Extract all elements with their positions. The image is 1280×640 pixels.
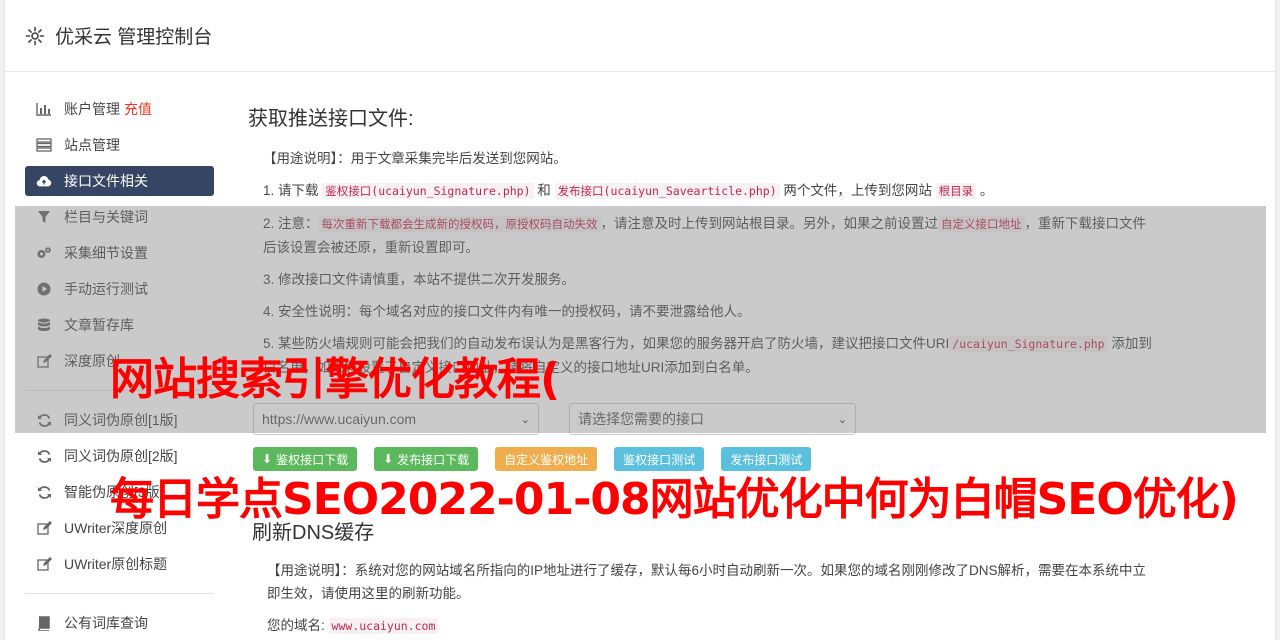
sidebar-item-label: UWriter原创标题 [64, 556, 168, 572]
dns-domain-row: 您的域名: www.ucaiyun.com [267, 614, 1152, 638]
sidebar-item-api-files[interactable]: 接口文件相关 [25, 166, 214, 196]
code-sign-file: 鉴权接口(ucaiyun_Signature.php) [322, 183, 534, 199]
book-icon [36, 615, 52, 631]
edit-icon [36, 520, 52, 536]
cloud-upload-icon [36, 173, 52, 189]
usage-text: ：系统对您的网站域名所指向的IP地址进行了缓存，默认每6小时自动刷新一次。如果您… [267, 563, 1147, 601]
section-title: 获取推送接口文件: [248, 108, 414, 130]
sidebar-item-public-dict[interactable]: 公有词库查询 [25, 608, 214, 638]
code-root-dir: 根目录 [935, 183, 977, 199]
domain-label: 您的域名: [267, 618, 325, 633]
server-icon [36, 137, 52, 153]
sidebar-item-label: 接口文件相关 [64, 173, 148, 189]
step-text: 。 [976, 183, 994, 198]
app-title: 优采云 管理控制台 [55, 27, 213, 48]
usage-note: 【用途说明】：用于文章采集完毕后发送到您网站。 [263, 147, 1153, 170]
sidebar-item-account[interactable]: 账户管理 充值 [25, 94, 214, 124]
watermark-line-1: 网站搜索引擎优化教程( [110, 354, 560, 405]
watermark-line-2: 每日学点SEO2022-01-08网站优化中何为白帽SEO优化) [110, 474, 1239, 525]
step-text: 和 [533, 183, 555, 198]
step-text: 两个文件，上传到您网站 [779, 183, 936, 198]
dns-section: 刷新DNS缓存 【用途说明】：系统对您的网站域名所指向的IP地址进行了缓存，默认… [252, 516, 1152, 640]
step-text: 1. 请下载 [263, 183, 323, 198]
usage-label: 【用途说明】 [263, 151, 338, 166]
sidebar-item-label: 站点管理 [64, 137, 120, 153]
sidebar-divider [25, 593, 214, 594]
header: 优采云 管理控制台 [5, 0, 1275, 72]
sidebar-item-uwriter-title[interactable]: UWriter原创标题 [25, 549, 214, 579]
usage-text: ：用于文章采集完毕后发送到您网站。 [337, 151, 567, 166]
step-1: 1. 请下载 鉴权接口(ucaiyun_Signature.php) 和 发布接… [263, 179, 1153, 203]
dns-usage-note: 【用途说明】：系统对您的网站域名所指向的IP地址进行了缓存，默认每6小时自动刷新… [267, 559, 1152, 605]
domain-value: www.ucaiyun.com [328, 618, 439, 634]
sidebar-item-label: 公有词库查询 [64, 615, 148, 631]
code-publish-file: 发布接口(ucaiyun_Savearticle.php) [554, 183, 780, 199]
usage-label: 【用途说明】 [267, 563, 342, 578]
refresh-icon [36, 448, 52, 464]
sidebar-item-sites[interactable]: 站点管理 [25, 130, 214, 160]
edit-icon [36, 556, 52, 572]
gear-icon [25, 26, 45, 45]
recharge-link[interactable]: 充值 [124, 99, 152, 119]
sidebar-item-label: 账户管理 [64, 101, 120, 117]
refresh-icon [36, 484, 52, 500]
bar-chart-icon [36, 101, 52, 117]
